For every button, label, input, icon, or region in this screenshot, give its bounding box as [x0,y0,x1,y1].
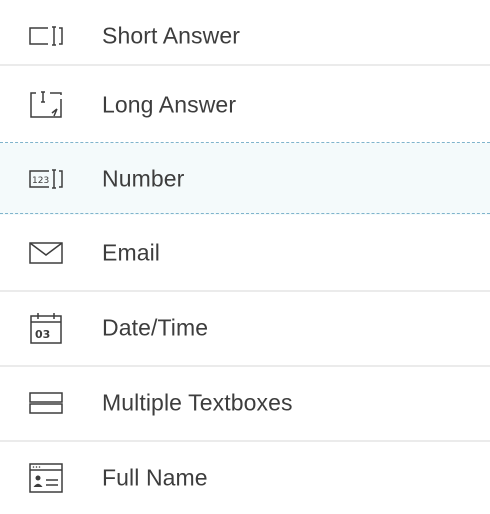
full-name-icon [28,460,64,496]
field-type-email[interactable]: Email [0,217,490,289]
field-type-short-answer[interactable]: Short Answer [0,0,490,72]
calendar-icon: 03 [28,310,64,346]
field-type-number[interactable]: 123 Number [0,143,490,215]
field-type-label: Date/Time [102,314,209,341]
divider [0,213,490,214]
field-type-label: Multiple Textboxes [102,389,293,416]
field-type-list: Short Answer Long Answer 123 Number Emai… [0,0,490,508]
divider [0,64,490,66]
field-type-label: Email [102,239,161,266]
field-type-full-name[interactable]: Full Name [0,442,490,514]
field-type-date-time[interactable]: 03 Date/Time [0,292,490,364]
field-type-label: Number [102,165,185,192]
long-answer-icon [28,87,64,123]
svg-text:03: 03 [35,328,50,341]
field-type-multiple-textboxes[interactable]: Multiple Textboxes [0,367,490,439]
short-answer-icon [28,18,64,54]
multiple-textboxes-icon [28,385,64,421]
svg-text:123: 123 [32,176,49,186]
field-type-label: Short Answer [102,22,240,49]
field-type-long-answer[interactable]: Long Answer [0,69,490,141]
field-type-label: Full Name [102,464,208,491]
field-type-label: Long Answer [102,91,237,118]
email-icon [28,235,64,271]
number-icon: 123 [28,161,64,197]
